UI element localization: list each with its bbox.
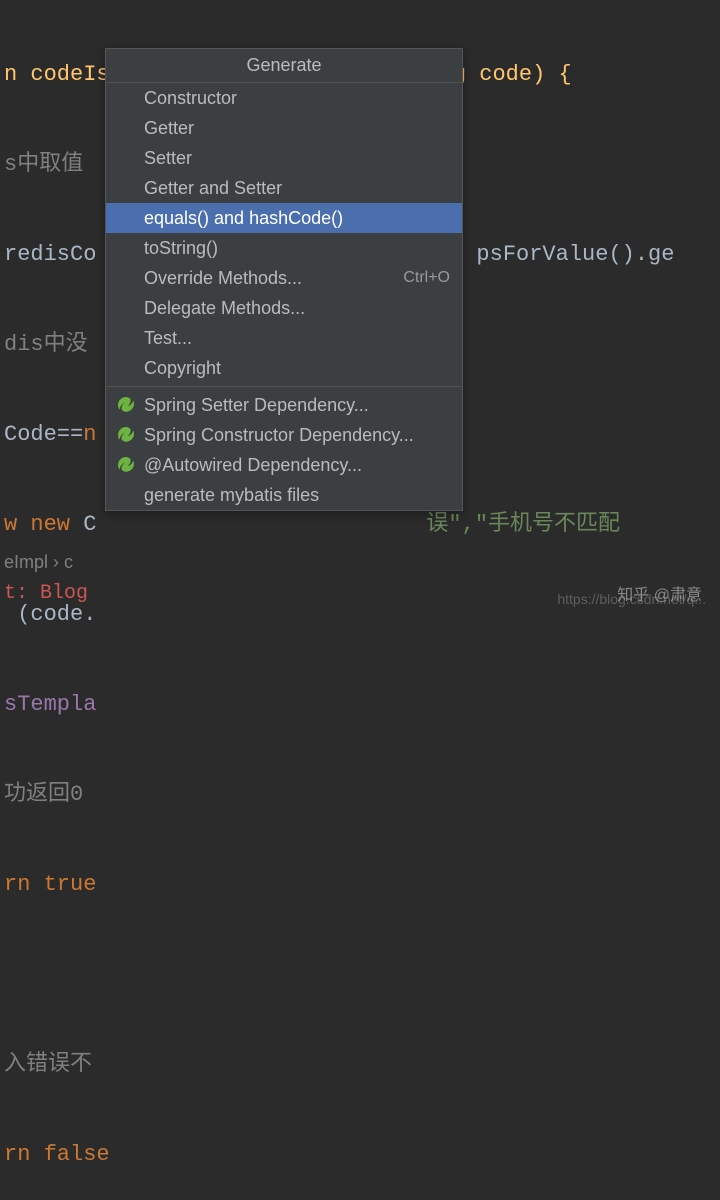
menu-item-label: Getter: [144, 118, 450, 139]
menu-item-label: Spring Setter Dependency...: [144, 395, 450, 416]
menu-item-label: Test...: [144, 328, 450, 349]
menu-item[interactable]: Spring Constructor Dependency...: [106, 420, 462, 450]
menu-item[interactable]: @Autowired Dependency...: [106, 450, 462, 480]
menu-item-label: Constructor: [144, 88, 450, 109]
menu-item[interactable]: equals() and hashCode(): [106, 203, 462, 233]
code-keyword: rn fals: [4, 1142, 96, 1167]
menu-item-label: Setter: [144, 148, 450, 169]
menu-item-label: equals() and hashCode(): [144, 208, 450, 229]
code-keyword: n: [83, 422, 96, 447]
code-text: (code.: [4, 602, 96, 627]
spring-leaf-icon: [116, 425, 136, 445]
menu-item[interactable]: Getter and Setter: [106, 173, 462, 203]
menu-item[interactable]: Spring Setter Dependency...: [106, 390, 462, 420]
code-keyword: rn tru: [4, 872, 83, 897]
menu-item[interactable]: generate mybatis files: [106, 480, 462, 510]
menu-item-label: Spring Constructor Dependency...: [144, 425, 450, 446]
menu-item-label: Delegate Methods...: [144, 298, 450, 319]
code-field: sTempla: [4, 692, 96, 717]
blog-name: Blog: [40, 582, 88, 605]
breadcrumb[interactable]: eImpl › c: [4, 552, 73, 573]
menu-icon-blank: [116, 148, 136, 168]
menu-item[interactable]: toString(): [106, 233, 462, 263]
menu-icon-blank: [116, 238, 136, 258]
blog-prefix: t:: [4, 582, 40, 605]
code-comment: 功返回0: [4, 782, 83, 807]
code-text: redisCo: [4, 242, 96, 267]
code-keyword: w new: [4, 512, 83, 537]
menu-item[interactable]: Setter: [106, 143, 462, 173]
menu-icon-blank: [116, 328, 136, 348]
menu-item-label: generate mybatis files: [144, 485, 450, 506]
menu-group-1: Constructor Getter Setter Getter and Setter…: [106, 83, 462, 383]
menu-item-label: Getter and Setter: [144, 178, 450, 199]
generate-popup: Generate Constructor Getter Setter Getter a…: [105, 48, 463, 511]
menu-icon-blank: [116, 268, 136, 288]
menu-item[interactable]: Test...: [106, 323, 462, 353]
menu-shortcut: Ctrl+O: [403, 269, 450, 287]
spring-leaf-icon: [116, 395, 136, 415]
breadcrumb-item[interactable]: c: [64, 552, 73, 572]
code-text: C: [83, 512, 96, 537]
code-text: psForValue().ge: [476, 242, 674, 267]
code-text: Code==: [4, 422, 83, 447]
menu-icon-blank: [116, 208, 136, 228]
menu-item-label: Override Methods...: [144, 268, 403, 289]
code-keyword: e: [83, 872, 96, 897]
code-comment: s中取值: [4, 152, 83, 177]
menu-group-2: Spring Setter Dependency... Spring Constr…: [106, 390, 462, 510]
code-keyword: e: [96, 1142, 109, 1167]
menu-item-label: @Autowired Dependency...: [144, 455, 450, 476]
breadcrumb-sep: ›: [53, 552, 64, 572]
watermark-text: 知乎 @肃意: [617, 581, 702, 605]
menu-icon-blank: [116, 485, 136, 505]
menu-icon-blank: [116, 178, 136, 198]
popup-title: Generate: [106, 49, 462, 83]
menu-separator: [106, 386, 462, 387]
menu-item[interactable]: Constructor: [106, 83, 462, 113]
menu-item[interactable]: Override Methods...Ctrl+O: [106, 263, 462, 293]
menu-item-label: Copyright: [144, 358, 450, 379]
breadcrumb-item[interactable]: eImpl: [4, 552, 48, 572]
code-comment: 入错误不: [4, 1052, 92, 1077]
spring-leaf-icon: [116, 455, 136, 475]
menu-icon-blank: [116, 88, 136, 108]
menu-icon-blank: [116, 298, 136, 318]
menu-item-label: toString(): [144, 238, 450, 259]
menu-icon-blank: [116, 358, 136, 378]
code-comment: dis中没: [4, 332, 88, 357]
code-string: 误","手机号不匹配: [426, 512, 620, 537]
menu-icon-blank: [116, 118, 136, 138]
menu-item[interactable]: Getter: [106, 113, 462, 143]
menu-item[interactable]: Copyright: [106, 353, 462, 383]
blog-label: t: Blog: [4, 582, 88, 605]
menu-item[interactable]: Delegate Methods...: [106, 293, 462, 323]
